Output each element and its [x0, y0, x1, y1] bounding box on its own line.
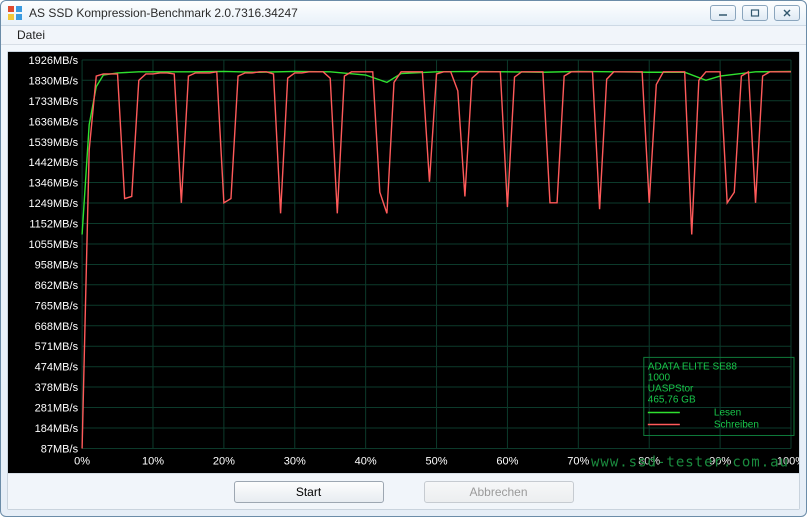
svg-text:668MB/s: 668MB/s — [35, 321, 79, 333]
svg-text:60%: 60% — [496, 456, 518, 468]
start-button[interactable]: Start — [234, 481, 384, 503]
svg-text:1830MB/s: 1830MB/s — [29, 76, 79, 88]
svg-text:1733MB/s: 1733MB/s — [29, 96, 79, 108]
menubar: Datei — [1, 26, 806, 45]
svg-text:1055MB/s: 1055MB/s — [29, 239, 79, 251]
svg-text:1539MB/s: 1539MB/s — [29, 137, 79, 149]
svg-text:40%: 40% — [355, 456, 377, 468]
titlebar: AS SSD Kompression-Benchmark 2.0.7316.34… — [1, 1, 806, 26]
svg-text:Lesen: Lesen — [714, 408, 741, 419]
svg-text:0%: 0% — [74, 456, 90, 468]
svg-text:70%: 70% — [567, 456, 589, 468]
svg-text:1000: 1000 — [648, 373, 671, 384]
close-button[interactable] — [774, 5, 800, 21]
content-panel: 87MB/s 184MB/s 281MB/s 378MB/s 474MB/s 571MB/… — [7, 51, 800, 510]
svg-text:50%: 50% — [426, 456, 448, 468]
svg-text:www.ssd-tester.com.au: www.ssd-tester.com.au — [591, 455, 789, 471]
svg-text:1926MB/s: 1926MB/s — [29, 55, 79, 67]
svg-text:958MB/s: 958MB/s — [35, 260, 79, 272]
window-title: AS SSD Kompression-Benchmark 2.0.7316.34… — [29, 6, 710, 20]
chart-area: 87MB/s 184MB/s 281MB/s 378MB/s 474MB/s 571MB/… — [8, 52, 799, 473]
svg-text:1152MB/s: 1152MB/s — [29, 219, 78, 231]
svg-text:281MB/s: 281MB/s — [35, 403, 79, 415]
svg-text:765MB/s: 765MB/s — [35, 301, 79, 313]
svg-text:1636MB/s: 1636MB/s — [29, 117, 79, 129]
svg-text:1346MB/s: 1346MB/s — [29, 178, 79, 190]
app-window: AS SSD Kompression-Benchmark 2.0.7316.34… — [0, 0, 807, 517]
svg-text:184MB/s: 184MB/s — [35, 423, 79, 435]
svg-text:30%: 30% — [284, 456, 306, 468]
svg-text:1249MB/s: 1249MB/s — [29, 199, 79, 211]
svg-text:UASPStor: UASPStor — [648, 384, 694, 395]
svg-text:Schreiben: Schreiben — [714, 420, 759, 431]
svg-text:1442MB/s: 1442MB/s — [29, 158, 79, 170]
svg-text:87MB/s: 87MB/s — [41, 444, 79, 456]
svg-text:465,76 GB: 465,76 GB — [648, 395, 696, 406]
minimize-button[interactable] — [710, 5, 736, 21]
svg-text:474MB/s: 474MB/s — [35, 362, 79, 374]
svg-text:378MB/s: 378MB/s — [35, 383, 79, 395]
footer-bar: Start Abbrechen — [8, 473, 799, 509]
cancel-button: Abbrechen — [424, 481, 574, 503]
menu-file[interactable]: Datei — [11, 26, 51, 44]
svg-text:571MB/s: 571MB/s — [35, 342, 79, 354]
svg-text:10%: 10% — [142, 456, 164, 468]
maximize-button[interactable] — [742, 5, 768, 21]
svg-text:862MB/s: 862MB/s — [35, 280, 79, 292]
app-icon — [7, 5, 23, 21]
window-buttons — [710, 5, 800, 21]
svg-text:ADATA ELITE SE88: ADATA ELITE SE88 — [648, 362, 738, 373]
svg-text:20%: 20% — [213, 456, 235, 468]
benchmark-chart: 87MB/s 184MB/s 281MB/s 378MB/s 474MB/s 571MB/… — [8, 52, 799, 473]
